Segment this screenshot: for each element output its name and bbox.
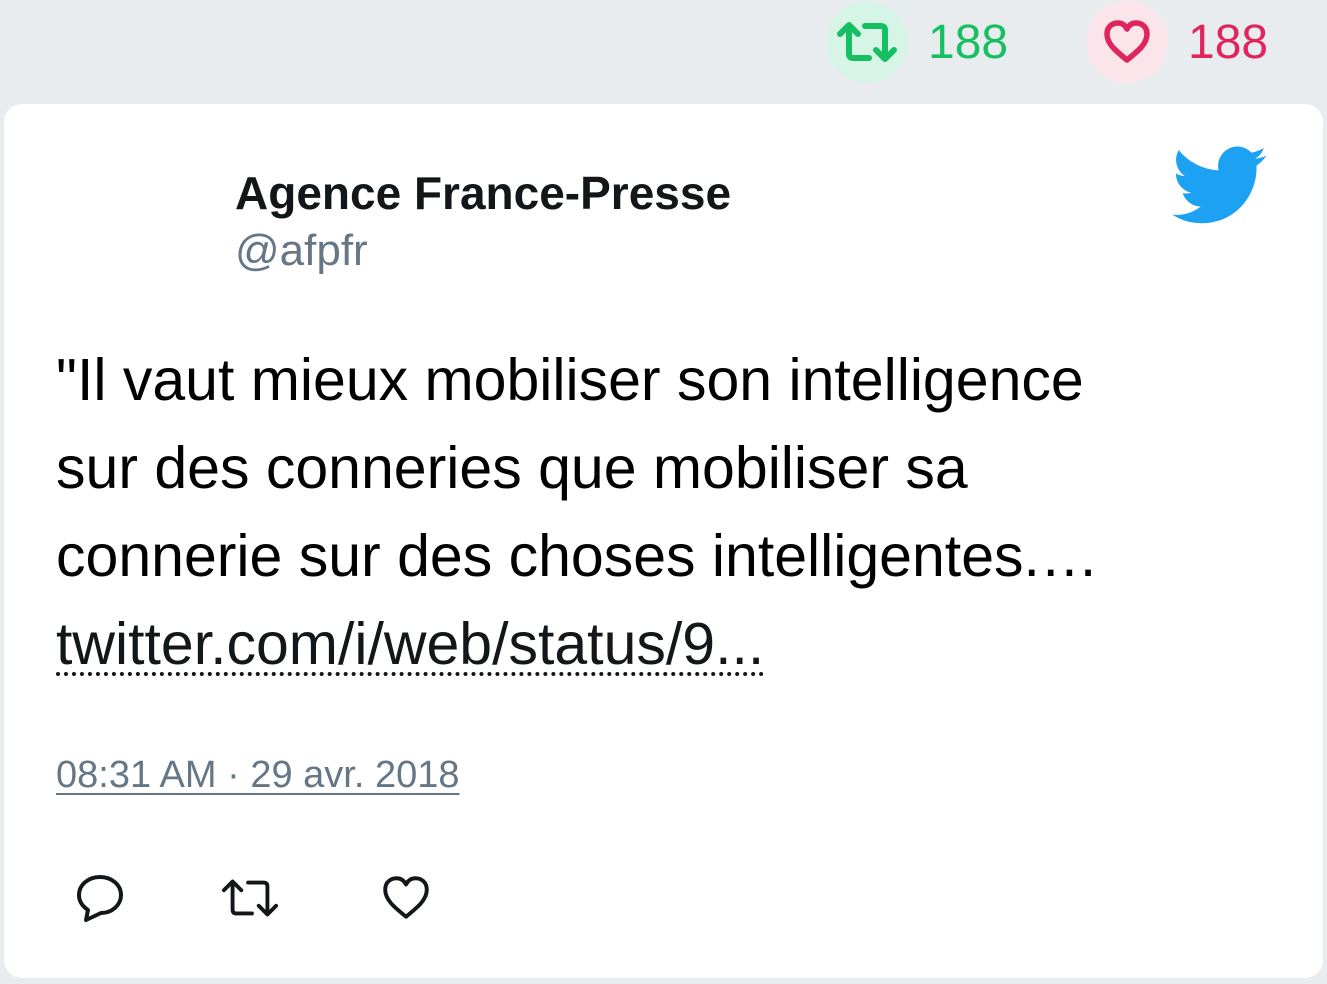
author-name[interactable]: Agence France-Presse bbox=[235, 166, 731, 220]
like-count: 188 bbox=[1188, 15, 1269, 69]
author-handle[interactable]: @afpfr bbox=[235, 226, 731, 276]
tweet-timestamp[interactable]: 08:31 AM · 29 avr. 2018 bbox=[56, 754, 460, 797]
tweet-card[interactable]: Agence France-Presse @afpfr "Il vaut mie… bbox=[4, 104, 1323, 978]
retweet-icon bbox=[221, 879, 279, 917]
reply-button[interactable] bbox=[70, 868, 130, 928]
tweet-actions bbox=[4, 868, 1323, 938]
tweet-text-line: "Il vaut mieux mobiliser son intelligenc… bbox=[56, 347, 1084, 413]
retweet-icon bbox=[837, 22, 897, 62]
heart-icon bbox=[383, 876, 429, 919]
tweet-link-line: twitter.com/i/web/status/9... bbox=[56, 600, 1276, 688]
retweet-count: 188 bbox=[928, 15, 1009, 69]
twitter-bird-icon[interactable] bbox=[1172, 146, 1268, 226]
tweet-text: "Il vaut mieux mobiliser son intelligenc… bbox=[56, 336, 1276, 688]
tweet-stats-bar: 188 188 bbox=[0, 0, 1327, 84]
tweet-text-line: connerie sur des choses intelligentes.… bbox=[56, 523, 1099, 589]
tweet-link[interactable]: twitter.com/i/web/status/9... bbox=[56, 615, 765, 676]
retweet-stat-circle[interactable] bbox=[826, 1, 908, 83]
like-stat-circle[interactable] bbox=[1086, 1, 1168, 83]
like-button[interactable] bbox=[376, 868, 436, 928]
tweet-text-line: sur des conneries que mobiliser sa bbox=[56, 435, 968, 501]
like-stat[interactable]: 188 bbox=[1086, 0, 1268, 84]
retweet-button[interactable] bbox=[220, 868, 280, 928]
reply-icon bbox=[77, 875, 123, 922]
heart-icon bbox=[1104, 20, 1150, 63]
retweet-stat[interactable]: 188 bbox=[826, 0, 1008, 84]
tweet-author[interactable]: Agence France-Presse @afpfr bbox=[235, 166, 731, 276]
